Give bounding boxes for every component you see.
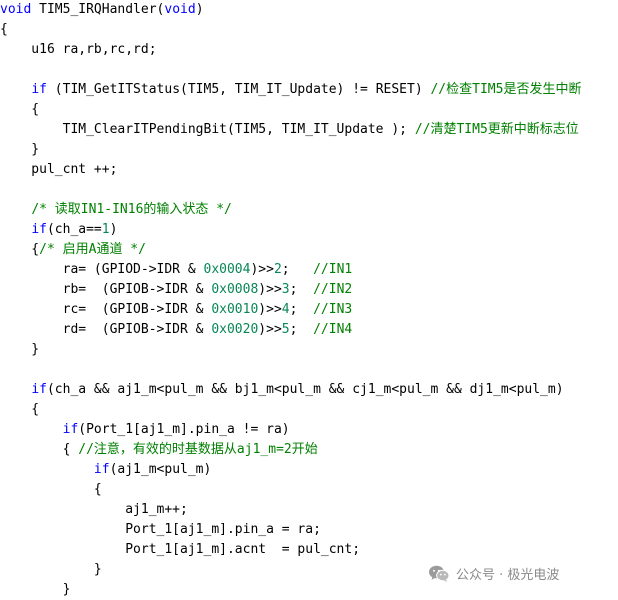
code-line: { //注意，有效的时基数据从aj1_m=2开始 <box>0 440 318 460</box>
code-token: )>> <box>258 322 282 337</box>
code-token: { <box>0 242 40 257</box>
code-token: 3 <box>281 282 290 297</box>
code-token: 0x0008 <box>211 282 259 297</box>
code-token: { <box>0 442 79 457</box>
code-token: } <box>0 562 102 577</box>
code-token: //IN1 <box>313 262 353 277</box>
code-line: pul_cnt ++; <box>0 160 117 180</box>
code-token: Port_1[aj1_m].pin_a = ra; <box>0 522 321 537</box>
code-line: rc= (GPIOB->IDR & 0x0010)>>4; //IN3 <box>0 300 353 320</box>
code-token: (Port_1[aj1_m].pin_a != ra) <box>78 422 290 437</box>
code-line: Port_1[aj1_m].pin_a = ra; <box>0 520 321 540</box>
code-token: )>> <box>258 282 282 297</box>
code-token: ) <box>109 222 118 237</box>
code-token: /* 启用A通道 */ <box>39 242 146 257</box>
code-line: ra= (GPIOD->IDR & 0x0004)>>2; //IN1 <box>0 260 353 280</box>
code-token: (ch_a && aj1_m<pul_m && bj1_m<pul_m && c… <box>46 382 564 397</box>
code-token: ra= (GPIOD->IDR & <box>0 262 204 277</box>
code-token: ; <box>289 282 314 297</box>
code-line: { <box>0 400 39 420</box>
code-token: { <box>0 102 40 117</box>
code-token: aj1_m++; <box>0 502 188 517</box>
code-token: { <box>0 482 102 497</box>
code-line: if (TIM_GetITStatus(TIM5, TIM_IT_Update)… <box>0 80 581 100</box>
code-line: rb= (GPIOB->IDR & 0x0008)>>3; //IN2 <box>0 280 353 300</box>
code-line: } <box>0 140 39 160</box>
code-line: aj1_m++; <box>0 500 188 520</box>
code-token: //IN4 <box>313 322 353 337</box>
code-token: //清楚TIM5更新中断标志位 <box>414 122 579 137</box>
code-token: (aj1_m<pul_m) <box>109 462 212 477</box>
code-token: if <box>93 462 110 477</box>
code-line: rd= (GPIOB->IDR & 0x0020)>>5; //IN4 <box>0 320 353 340</box>
code-token: void <box>0 2 32 17</box>
code-token: void <box>164 2 196 17</box>
code-token: } <box>0 582 71 597</box>
code-token: { <box>0 22 8 37</box>
code-token: ; <box>289 322 314 337</box>
code-line: { <box>0 100 39 120</box>
code-token: rc= (GPIOB->IDR & <box>0 302 212 317</box>
code-line: u16 ra,rb,rc,rd; <box>0 40 157 60</box>
code-token: if <box>31 222 47 237</box>
code-token: 0x0020 <box>211 322 259 337</box>
code-line: } <box>0 580 71 600</box>
code-block: void TIM5_IRQHandler(void) { u16 ra,rb,rc… <box>0 0 618 598</box>
code-token: )>> <box>250 262 274 277</box>
code-line: } <box>0 560 102 580</box>
code-token: } <box>0 342 40 357</box>
code-token: if <box>31 382 47 397</box>
code-line: if(ch_a==1) <box>0 220 117 240</box>
code-token: ; <box>289 302 314 317</box>
code-token: Port_1[aj1_m].acnt = pul_cnt; <box>0 542 361 557</box>
watermark-text: 公众号 · 极光电波 <box>456 567 560 583</box>
code-token: 4 <box>281 302 290 317</box>
code-token: 0x0010 <box>211 302 259 317</box>
code-token: u16 ra,rb,rc,rd; <box>0 42 157 57</box>
code-token: 0x0004 <box>203 262 251 277</box>
code-line: } <box>0 340 39 360</box>
code-token: pul_cnt ++; <box>0 162 118 177</box>
watermark: 公众号 · 极光电波 <box>428 562 559 584</box>
code-token: /* 读取IN1-IN16的输入状态 */ <box>31 202 232 217</box>
code-token: (TIM_GetITStatus(TIM5, TIM_IT_Update) !=… <box>46 82 431 97</box>
code-token: TIM_ClearITPendingBit(TIM5, TIM_IT_Updat… <box>0 122 415 137</box>
code-token: rd= (GPIOB->IDR & <box>0 322 212 337</box>
wechat-icon <box>428 564 450 583</box>
code-token: rb= (GPIOB->IDR & <box>0 282 212 297</box>
code-line: if(aj1_m<pul_m) <box>0 460 211 480</box>
code-token: TIM5_IRQHandler( <box>31 2 165 17</box>
code-token: //IN3 <box>313 302 353 317</box>
code-token: //IN2 <box>313 282 353 297</box>
code-token: if <box>31 82 47 97</box>
code-token: } <box>0 142 40 157</box>
code-line: { <box>0 480 102 500</box>
code-token: )>> <box>258 302 282 317</box>
code-token: //检查TIM5是否发生中断 <box>430 82 582 97</box>
code-line: Port_1[aj1_m].acnt = pul_cnt; <box>0 540 360 560</box>
code-line: { <box>0 20 8 40</box>
code-token: ) <box>195 2 204 17</box>
code-token: (ch_a== <box>46 222 102 237</box>
code-line: TIM_ClearITPendingBit(TIM5, TIM_IT_Updat… <box>0 120 579 140</box>
code-token: 5 <box>281 322 290 337</box>
code-token: ; <box>281 262 314 277</box>
code-token: //注意，有效的时基数据从aj1_m=2开始 <box>78 442 318 457</box>
code-token: { <box>0 402 40 417</box>
code-line: /* 读取IN1-IN16的输入状态 */ <box>0 200 232 220</box>
code-line: if(ch_a && aj1_m<pul_m && bj1_m<pul_m &&… <box>0 380 564 400</box>
code-token: if <box>62 422 79 437</box>
code-line: {/* 启用A通道 */ <box>0 240 146 260</box>
code-token: 1 <box>101 222 110 237</box>
code-token: 2 <box>273 262 282 277</box>
code-line: if(Port_1[aj1_m].pin_a != ra) <box>0 420 290 440</box>
code-line: void TIM5_IRQHandler(void) <box>0 0 204 20</box>
